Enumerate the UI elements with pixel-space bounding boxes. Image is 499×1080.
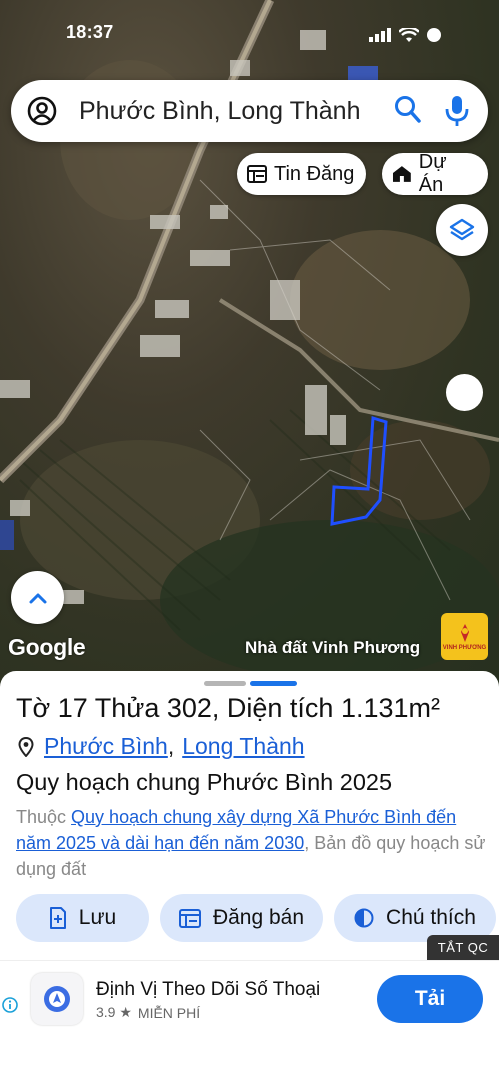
- contrast-icon: [354, 908, 374, 928]
- project-chip[interactable]: Dự Án: [382, 151, 488, 196]
- info-icon[interactable]: [2, 997, 18, 1013]
- profile-icon[interactable]: [27, 96, 57, 126]
- ad-meta: 3.9 ★ MIỄN PHÍ: [96, 1004, 200, 1021]
- save-button-label: Lưu: [78, 906, 117, 929]
- sheet-handle-left[interactable]: [204, 681, 246, 686]
- signal-icon: [369, 28, 391, 42]
- bottom-safe-area: [0, 1038, 499, 1080]
- listing-icon: [247, 165, 267, 183]
- status-icons: [369, 24, 441, 46]
- post-for-sale-button[interactable]: Đăng bán: [160, 894, 323, 942]
- ad-app-icon[interactable]: [31, 973, 83, 1025]
- hide-ad-tag[interactable]: TẮT QC: [427, 935, 499, 960]
- sheet-handle-active[interactable]: [250, 681, 297, 686]
- search-bar[interactable]: Phước Bình, Long Thành: [11, 80, 488, 142]
- brand-logo[interactable]: VINH PHƯƠNG: [441, 613, 488, 660]
- status-bar: 18:37: [0, 22, 499, 46]
- post-for-sale-label: Đăng bán: [212, 906, 305, 929]
- google-logo: Google: [8, 634, 86, 660]
- ad-title[interactable]: Định Vị Theo Dõi Số Thoại: [96, 979, 320, 1001]
- chevron-up-icon: [29, 593, 46, 603]
- location-pin-icon: [18, 736, 34, 757]
- listing-chip[interactable]: Tin Đăng: [237, 153, 367, 195]
- listing-chip-label: Tin Đăng: [274, 162, 355, 185]
- map-credit: Nhà đất Vinh Phương: [245, 638, 421, 657]
- ad-price: MIỄN PHÍ: [137, 1004, 201, 1021]
- ad-rating: 3.9 ★: [96, 1004, 132, 1020]
- district-link[interactable]: Long Thành: [182, 733, 304, 760]
- my-location-dot[interactable]: [446, 374, 483, 411]
- parcel-title: Tờ 17 Thửa 302, Diện tích 1.131m²: [16, 693, 440, 723]
- wifi-icon: [399, 27, 419, 42]
- project-chip-label: Dự Án: [418, 151, 447, 196]
- ad-install-button[interactable]: Tải: [377, 975, 483, 1023]
- search-input[interactable]: Phước Bình, Long Thành: [79, 97, 389, 126]
- mic-icon[interactable]: [444, 94, 470, 133]
- plan-title: Quy hoạch chung Phước Bình 2025: [16, 769, 393, 795]
- add-doc-icon: [49, 907, 66, 929]
- expand-up-button[interactable]: [11, 571, 64, 624]
- brand-mark-icon: [460, 624, 469, 642]
- layers-button[interactable]: [436, 204, 488, 256]
- legend-button-label: Chú thích: [386, 906, 476, 929]
- ward-link[interactable]: Phước Bình: [44, 733, 168, 760]
- plan-desc-prefix: Thuộc: [16, 807, 67, 827]
- save-button[interactable]: Lưu: [16, 894, 149, 942]
- plan-description: Thuộc Quy hoạch chung xây dựng Xã Phước …: [16, 804, 486, 882]
- battery-icon: [427, 28, 441, 42]
- map-view[interactable]: 18:37 Phước Bình, Long Thành Tin Đăng Dự…: [0, 0, 499, 690]
- location-app-icon: [44, 986, 70, 1012]
- project-house-icon: [392, 166, 411, 182]
- layers-icon: [449, 218, 475, 241]
- status-time: 18:37: [66, 22, 114, 42]
- sheet-handles[interactable]: [204, 681, 297, 686]
- parcel-info-sheet[interactable]: Tờ 17 Thửa 302, Diện tích 1.131m² Phước …: [0, 671, 499, 961]
- search-icon[interactable]: [394, 95, 422, 130]
- calendar-post-icon: [178, 909, 201, 928]
- ad-banner[interactable]: Định Vị Theo Dõi Số Thoại 3.9 ★ MIỄN PHÍ…: [0, 960, 499, 1038]
- parcel-location: Phước Bình , Long Thành: [18, 733, 305, 760]
